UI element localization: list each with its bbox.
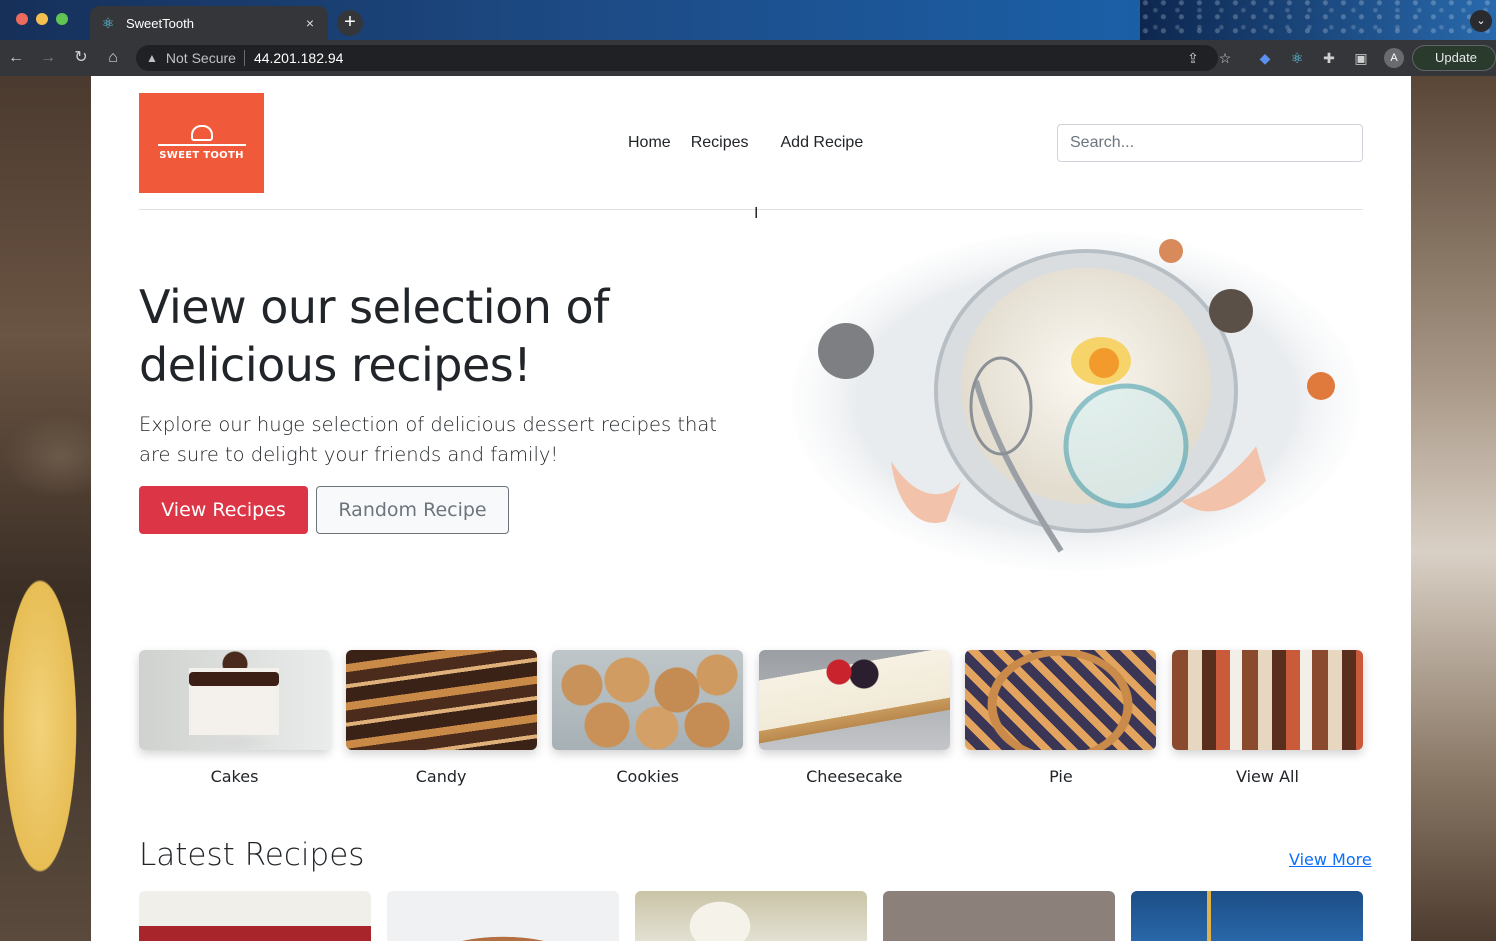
category-image[interactable] [139,650,330,750]
tab-close-icon[interactable]: × [302,15,318,31]
latest-recipe-card[interactable] [139,891,371,941]
logo-rule [157,144,246,146]
puzzle-icon[interactable]: ✚ [1319,48,1339,68]
category-list: Cakes Candy Cookies Cheesecake Pie View … [139,650,1363,786]
hero-title: View our selection of delicious recipes! [139,280,609,392]
close-window-button[interactable] [16,13,28,25]
category-label: Cakes [210,767,259,786]
nav-recipes[interactable]: Recipes [681,134,771,152]
latest-recipes-heading: Latest Recipes [139,837,365,873]
share-icon[interactable]: ⇪ [1183,48,1203,68]
category-label: Candy [415,767,467,786]
latest-recipe-card[interactable] [387,891,619,941]
category-card-cheesecake[interactable]: Cheesecake [758,650,950,786]
view-recipes-button[interactable]: View Recipes [139,486,308,534]
category-card-view-all[interactable]: View All [1171,650,1363,786]
category-card-cookies[interactable]: Cookies [552,650,744,786]
chef-hat-icon [190,125,213,141]
update-button[interactable]: Update [1412,45,1496,71]
new-tab-button[interactable]: + [337,10,363,36]
browser-tab-strip: ⚛ SweetTooth × + ⌄ [0,0,1496,40]
search-input[interactable] [1057,124,1363,162]
view-more-link[interactable]: View More [1289,850,1372,869]
minimize-window-button[interactable] [36,13,48,25]
category-image[interactable] [758,650,950,750]
logo-text: SWEET TOOTH [159,150,244,161]
react-devtools-icon[interactable]: ⚛ [1287,48,1307,68]
security-status[interactable]: Not Secure [166,50,236,66]
reload-icon[interactable]: ↻ [71,48,91,68]
main-nav: Home Recipes Add Recipe [618,134,873,152]
category-image[interactable] [552,650,744,750]
back-icon[interactable]: ← [6,48,26,68]
chocolate-drip [189,672,279,686]
sidebar-icon[interactable]: ▣ [1351,48,1371,68]
page-background-image-right [1411,76,1496,941]
profile-avatar[interactable]: A [1384,48,1404,68]
home-icon[interactable]: ⌂ [103,48,123,68]
maximize-window-button[interactable] [56,13,68,25]
extension-icon[interactable]: ◆ [1255,48,1275,68]
category-image[interactable] [1171,650,1363,750]
forward-icon[interactable]: → [38,48,58,68]
site-logo[interactable]: SWEET TOOTH [139,93,264,193]
tab-title: SweetTooth [126,15,194,31]
nav-home[interactable]: Home [618,134,681,152]
browser-tab[interactable]: ⚛ SweetTooth × [90,6,328,40]
category-label: Pie [1049,767,1073,786]
header-divider [139,209,1363,210]
category-card-cakes[interactable]: Cakes [139,650,330,786]
warning-triangle-icon: ▲ [146,51,158,65]
category-image[interactable] [965,650,1157,750]
category-card-candy[interactable]: Candy [345,650,537,786]
category-image[interactable] [345,650,537,750]
latest-recipe-card[interactable] [883,891,1115,941]
latest-recipe-card[interactable] [635,891,867,941]
bookmark-star-icon[interactable]: ☆ [1215,48,1235,68]
category-label: Cookies [616,767,679,786]
category-card-pie[interactable]: Pie [965,650,1157,786]
url-text[interactable]: 44.201.182.94 [254,50,344,66]
hero-lead: Explore our huge selection of delicious … [139,413,717,466]
site-container: SWEET TOOTH Home Recipes Add Recipe I Vi… [91,76,1411,941]
address-separator [243,50,245,66]
latest-recipe-card[interactable] [1131,891,1363,941]
address-bar[interactable]: ▲ Not Secure 44.201.182.94 [136,45,1218,71]
tab-search-chevron-icon[interactable]: ⌄ [1470,10,1492,32]
category-label: Cheesecake [806,767,903,786]
react-favicon-icon: ⚛ [101,15,115,31]
text-cursor-icon: I [754,205,759,222]
random-recipe-button[interactable]: Random Recipe [316,486,509,534]
nav-add-recipe[interactable]: Add Recipe [771,134,874,152]
category-label: View All [1236,767,1299,786]
latest-recipes-list [139,891,1363,941]
hero-baking-image [791,231,1361,571]
